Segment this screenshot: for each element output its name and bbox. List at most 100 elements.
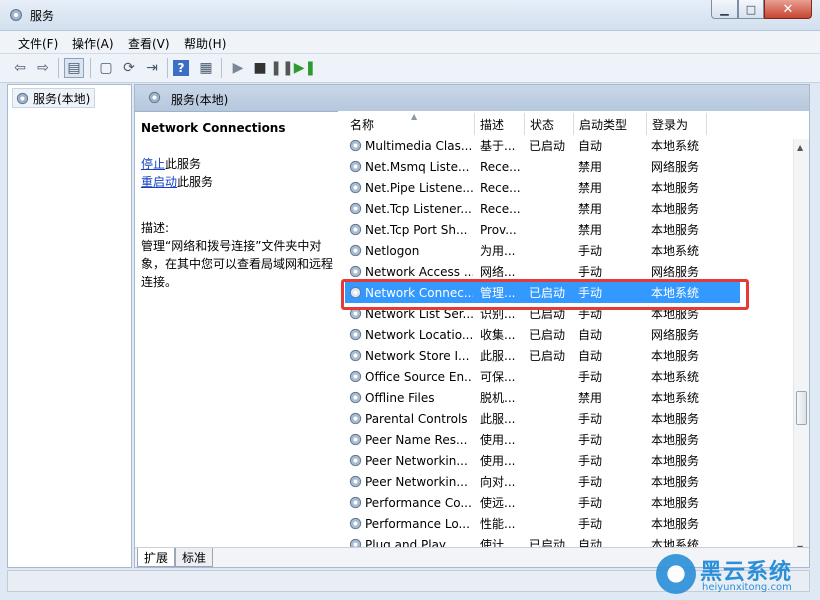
start-icon[interactable]: ▶ bbox=[228, 58, 248, 78]
column-name[interactable]: 名称 ▲ bbox=[345, 112, 475, 135]
back-icon[interactable]: ⇦ bbox=[10, 58, 30, 78]
service-description: 收集... bbox=[480, 328, 516, 342]
service-row[interactable]: Net.Pipe Listene... Rece... 禁用 本地服务 bbox=[345, 177, 740, 198]
service-row[interactable]: Offline Files 脱机... 禁用 本地系统 bbox=[345, 387, 740, 408]
column-startup-type[interactable]: 启动类型 bbox=[574, 113, 647, 135]
service-logon-as: 本地服务 bbox=[651, 433, 700, 447]
service-row[interactable]: Netlogon 为用... 手动 本地系统 bbox=[345, 240, 740, 261]
export-icon[interactable]: ⇥ bbox=[142, 58, 162, 78]
service-name: Net.Msmq Liste... bbox=[365, 159, 470, 174]
service-startup-type: 禁用 bbox=[578, 223, 603, 237]
service-gear-icon bbox=[349, 328, 362, 341]
highlight-annotation bbox=[341, 279, 749, 310]
restart-service-link[interactable]: 重启动 bbox=[141, 175, 177, 189]
service-startup-type: 自动 bbox=[578, 349, 603, 363]
menu-action[interactable]: 操作(A) bbox=[72, 35, 114, 52]
service-logon-as: 网络服务 bbox=[651, 160, 700, 174]
menu-file[interactable]: 文件(F) bbox=[18, 35, 58, 52]
tree-item-services-local[interactable]: 服务(本地) bbox=[12, 88, 96, 108]
description-text: 管理“网络和拨号连接”文件夹中对象，在其中您可以查看局域网和远程连接。 bbox=[141, 239, 334, 289]
column-logon-label: 登录为 bbox=[652, 117, 689, 132]
services-gear-icon bbox=[10, 9, 22, 21]
service-startup-type: 手动 bbox=[578, 433, 603, 447]
pane-header-title: 服务(本地) bbox=[171, 93, 229, 107]
refresh-icon[interactable]: ⟳ bbox=[119, 58, 139, 78]
service-row[interactable]: Multimedia Clas... 基于... 已启动 自动 本地系统 bbox=[345, 135, 740, 156]
service-row[interactable]: Net.Tcp Listener... Rece... 禁用 本地服务 bbox=[345, 198, 740, 219]
service-startup-type: 自动 bbox=[578, 139, 603, 153]
service-row[interactable]: Network Store I... 此服... 已启动 自动 本地服务 bbox=[345, 345, 740, 366]
scrollbar-thumb[interactable] bbox=[796, 391, 807, 425]
service-gear-icon bbox=[349, 433, 362, 446]
service-logon-as: 本地系统 bbox=[651, 370, 700, 384]
service-gear-icon bbox=[349, 223, 362, 236]
service-row[interactable]: Peer Networkin... 使用... 手动 本地服务 bbox=[345, 450, 740, 471]
service-gear-icon bbox=[349, 475, 362, 488]
column-status[interactable]: 状态 bbox=[525, 113, 574, 135]
services-pane: 服务(本地) Network Connections 停止此服务 重启动此服务 … bbox=[134, 84, 810, 568]
close-icon: ✕ bbox=[782, 1, 794, 17]
properties-icon[interactable]: ▢ bbox=[96, 58, 116, 78]
service-name: Net.Tcp Listener... bbox=[365, 201, 472, 216]
menu-view[interactable]: 查看(V) bbox=[128, 35, 170, 52]
title-bar: 服务 ▁ □ ✕ bbox=[0, 0, 820, 31]
vertical-scrollbar[interactable]: ▲ ▼ bbox=[793, 139, 809, 549]
service-name: Peer Networkin... bbox=[365, 453, 468, 468]
service-startup-type: 禁用 bbox=[578, 202, 603, 216]
service-row[interactable]: Peer Networkin... 向对... 手动 本地服务 bbox=[345, 471, 740, 492]
forward-icon[interactable]: ⇨ bbox=[33, 58, 53, 78]
toolbar-separator bbox=[221, 58, 222, 78]
toolbar: ⇦ ⇨ ▤ ▢ ⟳ ⇥ ? ▦ ▶ ■ ❚❚ ▶❚ bbox=[0, 54, 820, 83]
stop-icon[interactable]: ■ bbox=[250, 58, 270, 78]
help-icon[interactable]: ? bbox=[173, 60, 189, 76]
service-gear-icon bbox=[349, 265, 362, 278]
service-description: 使远... bbox=[480, 496, 516, 510]
menu-help[interactable]: 帮助(H) bbox=[184, 35, 226, 52]
stop-service-link[interactable]: 停止 bbox=[141, 157, 165, 171]
service-logon-as: 本地服务 bbox=[651, 181, 700, 195]
action-pane-icon[interactable]: ▦ bbox=[196, 58, 216, 78]
service-description: 性能... bbox=[480, 517, 516, 531]
service-row[interactable]: Network Locatio... 收集... 已启动 自动 网络服务 bbox=[345, 324, 740, 345]
service-startup-type: 手动 bbox=[578, 517, 603, 531]
service-name: Performance Lo... bbox=[365, 516, 470, 531]
service-row[interactable]: Office Source En... 可保... 手动 本地系统 bbox=[345, 366, 740, 387]
service-startup-type: 手动 bbox=[578, 475, 603, 489]
watermark-logo-icon bbox=[656, 554, 696, 594]
service-row[interactable]: Performance Co... 使远... 手动 本地服务 bbox=[345, 492, 740, 513]
service-logon-as: 本地系统 bbox=[651, 244, 700, 258]
service-description: 向对... bbox=[480, 475, 516, 489]
service-row[interactable]: Net.Msmq Liste... Rece... 禁用 网络服务 bbox=[345, 156, 740, 177]
maximize-icon: □ bbox=[745, 2, 757, 16]
scroll-up-icon[interactable]: ▲ bbox=[797, 143, 803, 152]
service-row[interactable]: Net.Tcp Port Sh... Prov... 禁用 本地服务 bbox=[345, 219, 740, 240]
service-status: 已启动 bbox=[529, 349, 566, 363]
service-name: Net.Pipe Listene... bbox=[365, 180, 473, 195]
service-row[interactable]: Performance Lo... 性能... 手动 本地服务 bbox=[345, 513, 740, 534]
tab-standard[interactable]: 标准 bbox=[175, 548, 214, 567]
tab-extended[interactable]: 扩展 bbox=[137, 548, 176, 567]
minimize-button[interactable]: ▁ bbox=[711, 0, 738, 19]
service-description: 使用... bbox=[480, 454, 516, 468]
service-gear-icon bbox=[349, 517, 362, 530]
service-startup-type: 禁用 bbox=[578, 391, 603, 405]
column-status-label: 状态 bbox=[530, 117, 555, 132]
watermark: 黑云系统 heiyunxitong.com bbox=[656, 552, 814, 598]
maximize-button[interactable]: □ bbox=[738, 0, 764, 19]
service-row[interactable]: Peer Name Res... 使用... 手动 本地服务 bbox=[345, 429, 740, 450]
toolbar-separator bbox=[58, 58, 59, 78]
pause-icon[interactable]: ❚❚ bbox=[270, 58, 293, 78]
stop-suffix: 此服务 bbox=[165, 157, 202, 171]
watermark-url: heiyunxitong.com bbox=[702, 582, 792, 593]
restart-icon[interactable]: ▶❚ bbox=[294, 58, 317, 78]
service-gear-icon bbox=[349, 181, 362, 194]
console-tree-icon[interactable]: ▤ bbox=[64, 58, 84, 78]
column-description-label: 描述 bbox=[480, 117, 505, 132]
service-logon-as: 本地系统 bbox=[651, 139, 700, 153]
service-row[interactable]: Parental Controls 此服... 手动 本地服务 bbox=[345, 408, 740, 429]
column-description[interactable]: 描述 bbox=[475, 113, 525, 135]
service-name: Network Store I... bbox=[365, 348, 470, 363]
column-logon-as[interactable]: 登录为 bbox=[647, 113, 707, 135]
pane-header: 服务(本地) bbox=[135, 85, 809, 112]
close-button[interactable]: ✕ bbox=[764, 0, 812, 19]
